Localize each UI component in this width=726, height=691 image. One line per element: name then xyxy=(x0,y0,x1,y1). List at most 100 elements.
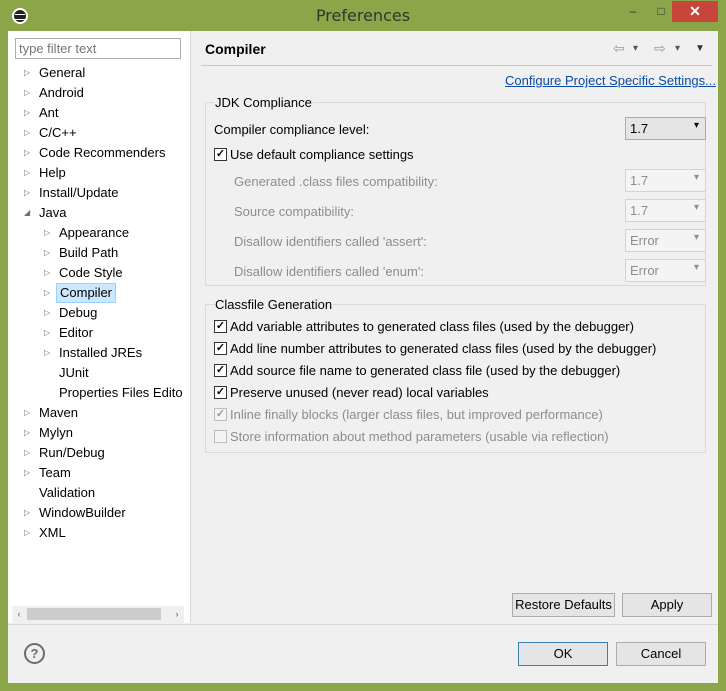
tree-expand-icon[interactable]: ▷ xyxy=(44,343,54,363)
use-default-compliance-label[interactable]: Use default compliance settings xyxy=(230,147,414,162)
tree-expand-icon[interactable]: ▷ xyxy=(24,423,34,443)
tree-expand-icon[interactable]: ▷ xyxy=(24,523,34,543)
apply-button[interactable]: Apply xyxy=(622,593,712,617)
tree-item-label: Editor xyxy=(59,325,93,340)
disallow-enum-select[interactable]: Error ▾ xyxy=(625,259,706,282)
classfile-generation-legend: Classfile Generation xyxy=(214,297,334,312)
generated-class-compat-select[interactable]: 1.7 ▾ xyxy=(625,169,706,192)
tree-item-team[interactable]: ▷ Team xyxy=(8,463,191,483)
help-icon[interactable]: ? xyxy=(24,643,45,664)
classfile-option-checkbox[interactable]: ✓ xyxy=(214,364,227,377)
tree-item-junit[interactable]: JUnit xyxy=(8,363,191,383)
tree-item-help[interactable]: ▷ Help xyxy=(8,163,191,183)
restore-defaults-button[interactable]: Restore Defaults xyxy=(512,593,615,617)
back-arrow-icon[interactable]: ⇦ xyxy=(613,40,625,57)
tree-item-installed-jres[interactable]: ▷ Installed JREs xyxy=(8,343,191,363)
tree-item-windowbuilder[interactable]: ▷ WindowBuilder xyxy=(8,503,191,523)
tree-item-install-update[interactable]: ▷ Install/Update xyxy=(8,183,191,203)
view-menu-icon[interactable]: ▼ xyxy=(695,43,705,54)
tree-expand-icon[interactable]: ▷ xyxy=(24,143,34,163)
tree-item-xml[interactable]: ▷ XML xyxy=(8,523,191,543)
classfile-option-checkbox[interactable]: ✓ xyxy=(214,386,227,399)
tree-item-mylyn[interactable]: ▷ Mylyn xyxy=(8,423,191,443)
tree-item-compiler[interactable]: ▷ Compiler xyxy=(8,283,191,303)
tree-item-label: Build Path xyxy=(59,245,119,260)
tree-item-maven[interactable]: ▷ Maven xyxy=(8,403,191,423)
tree-item-validation[interactable]: Validation xyxy=(8,483,191,503)
tree-item-label: C/C++ xyxy=(39,125,77,140)
tree-item-editor[interactable]: ▷ Editor xyxy=(8,323,191,343)
tree-expand-icon[interactable]: ▷ xyxy=(24,123,34,143)
ok-button[interactable]: OK xyxy=(518,642,608,666)
disallow-assert-value: Error xyxy=(630,233,659,248)
tree-item-appearance[interactable]: ▷ Appearance xyxy=(8,223,191,243)
cancel-button[interactable]: Cancel xyxy=(616,642,706,666)
tree-item-label: XML xyxy=(39,525,66,540)
tree-item-label: Code Recommenders xyxy=(39,145,166,160)
tree-expand-icon[interactable]: ▷ xyxy=(24,503,34,523)
generated-class-compat-label: Generated .class files compatibility: xyxy=(234,174,438,189)
compliance-level-select[interactable]: 1.7 ▾ xyxy=(625,117,706,140)
window-title: Preferences xyxy=(315,6,411,25)
classfile-option-checkbox[interactable]: ✓ xyxy=(214,342,227,355)
scroll-thumb[interactable] xyxy=(27,608,161,620)
tree-expand-icon[interactable]: ▷ xyxy=(24,463,34,483)
tree-item-c-c[interactable]: ▷ C/C++ xyxy=(8,123,191,143)
filter-input[interactable] xyxy=(15,38,181,59)
forward-menu-icon[interactable]: ▾ xyxy=(675,43,680,54)
tree-item-label: Run/Debug xyxy=(39,445,105,460)
tree-expand-icon[interactable]: ▷ xyxy=(44,263,54,283)
horizontal-scrollbar[interactable]: ‹ › xyxy=(12,606,184,623)
tree-item-general[interactable]: ▷ General xyxy=(8,63,191,83)
classfile-option-label[interactable]: Preserve unused (never read) local varia… xyxy=(230,385,489,400)
tree-expand-icon[interactable]: ▷ xyxy=(44,223,54,243)
tree-item-build-path[interactable]: ▷ Build Path xyxy=(8,243,191,263)
use-default-compliance-checkbox[interactable]: ✓ xyxy=(214,148,227,161)
tree-expand-icon[interactable]: ▷ xyxy=(44,243,54,263)
tree-collapse-icon[interactable]: ◢ xyxy=(24,203,34,223)
minimize-button[interactable]: – xyxy=(620,1,646,22)
classfile-option-label[interactable]: Add variable attributes to generated cla… xyxy=(230,319,634,334)
tree-item-code-recommenders[interactable]: ▷ Code Recommenders xyxy=(8,143,191,163)
forward-arrow-icon[interactable]: ⇨ xyxy=(654,40,666,57)
preference-page: Compiler ⇦ ▾ ⇨ ▾ ▼ Configure Project Spe… xyxy=(193,31,718,623)
tree-expand-icon[interactable]: ▷ xyxy=(24,103,34,123)
tree-item-java[interactable]: ◢ Java xyxy=(8,203,191,223)
tree-item-run-debug[interactable]: ▷ Run/Debug xyxy=(8,443,191,463)
tree-expand-icon[interactable]: ▷ xyxy=(24,63,34,83)
title-bar[interactable]: Preferences – □ ✕ xyxy=(0,0,726,31)
generated-class-compat-value: 1.7 xyxy=(630,173,649,188)
compliance-level-value: 1.7 xyxy=(630,121,649,136)
close-button[interactable]: ✕ xyxy=(672,1,718,22)
chevron-down-icon: ▾ xyxy=(693,232,699,243)
classfile-option-checkbox[interactable]: ✓ xyxy=(214,320,227,333)
tree-expand-icon[interactable]: ▷ xyxy=(44,303,54,323)
tree-item-code-style[interactable]: ▷ Code Style xyxy=(8,263,191,283)
maximize-button[interactable]: □ xyxy=(648,1,674,22)
tree-expand-icon[interactable]: ▷ xyxy=(24,83,34,103)
classfile-option-label[interactable]: Add line number attributes to generated … xyxy=(230,341,656,356)
classfile-option-label[interactable]: Add source file name to generated class … xyxy=(230,363,620,378)
tree-expand-icon[interactable]: ▷ xyxy=(24,403,34,423)
classfile-option-label[interactable]: Store information about method parameter… xyxy=(230,429,609,444)
tree-expand-icon[interactable]: ▷ xyxy=(44,323,54,343)
classfile-option-checkbox[interactable]: ✓ xyxy=(214,408,227,421)
tree-expand-icon[interactable]: ▷ xyxy=(24,163,34,183)
tree-expand-icon[interactable]: ▷ xyxy=(24,443,34,463)
scroll-right-icon[interactable]: › xyxy=(170,606,184,623)
tree-item-ant[interactable]: ▷ Ant xyxy=(8,103,191,123)
tree-item-properties-files-edito[interactable]: Properties Files Edito xyxy=(8,383,191,403)
back-menu-icon[interactable]: ▾ xyxy=(633,43,638,54)
configure-project-settings-link[interactable]: Configure Project Specific Settings... xyxy=(505,73,716,88)
classfile-option-checkbox[interactable] xyxy=(214,430,227,443)
tree-item-android[interactable]: ▷ Android xyxy=(8,83,191,103)
tree-item-debug[interactable]: ▷ Debug xyxy=(8,303,191,323)
disallow-assert-select[interactable]: Error ▾ xyxy=(625,229,706,252)
scroll-left-icon[interactable]: ‹ xyxy=(12,606,26,623)
source-compat-value: 1.7 xyxy=(630,203,649,218)
tree-expand-icon[interactable]: ▷ xyxy=(24,183,34,203)
classfile-option-label[interactable]: Inline finally blocks (larger class file… xyxy=(230,407,603,422)
source-compat-select[interactable]: 1.7 ▾ xyxy=(625,199,706,222)
tree-expand-icon[interactable]: ▷ xyxy=(44,283,54,303)
tree-item-label: Mylyn xyxy=(39,425,73,440)
